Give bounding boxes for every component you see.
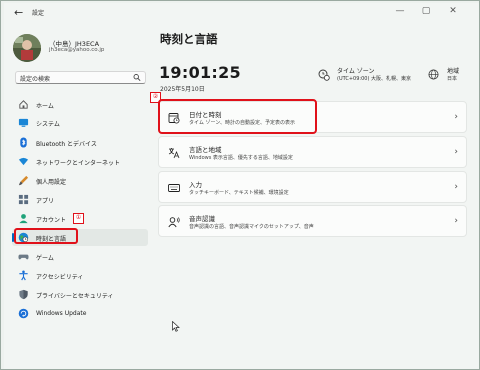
title-bar: ← 設定 — ▢ ✕ — [4, 3, 479, 23]
sidebar-item-bluetooth[interactable]: Bluetooth とデバイス — [12, 134, 148, 151]
page-title: 時刻と言語 — [160, 32, 218, 46]
speech-icon — [168, 217, 180, 228]
sidebar-item-label: ネットワークとインターネット — [36, 160, 121, 167]
window-title: 設定 — [32, 10, 45, 17]
step-badge-1: ① — [73, 213, 84, 224]
home-icon — [19, 100, 28, 109]
sidebar-item-label: システム — [36, 121, 60, 128]
account-icon — [19, 214, 28, 224]
screen-frame: ← 設定 — ▢ ✕ （中島）JH3ECA jh3eca@yahoo.co.jp… — [0, 0, 480, 370]
gamepad-icon — [18, 254, 29, 260]
sidebar-item-privacy[interactable]: プライバシーとセキュリティ — [12, 286, 148, 303]
minimize-button[interactable]: — — [392, 6, 408, 16]
mouse-cursor-icon — [172, 321, 180, 332]
search-placeholder: 設定の検索 — [20, 76, 51, 83]
sidebar-item-label: アカウント — [36, 217, 67, 224]
chevron-right-icon: › — [454, 182, 458, 192]
card-subtitle: タッチキーボード、テキスト候補、環境設定 — [189, 190, 289, 196]
card-title: 入力 — [189, 181, 202, 189]
sidebar-item-label: 個人用設定 — [36, 179, 67, 186]
card-title: 音声認識 — [189, 215, 215, 223]
update-icon — [18, 308, 29, 319]
brush-icon — [18, 175, 29, 186]
chevron-right-icon: › — [454, 216, 458, 226]
network-icon — [18, 157, 29, 166]
card-subtitle: Windows 表示言語、優先する言語、地域設定 — [189, 155, 293, 161]
card-subtitle: 音声認識の言語、音声認識マイクのセットアップ、音声 — [189, 224, 314, 230]
highlight-box-date-time — [158, 99, 317, 134]
back-button[interactable]: ← — [14, 6, 23, 19]
card-language-region[interactable]: 言語と地域 Windows 表示言語、優先する言語、地域設定 › — [158, 136, 467, 168]
region-title: 地域 — [447, 68, 460, 75]
sidebar-item-home[interactable]: ホーム — [12, 96, 148, 113]
sidebar-item-label: Windows Update — [36, 310, 87, 317]
sidebar-item-apps[interactable]: アプリ — [12, 191, 148, 208]
sidebar-item-label: アクセシビリティ — [36, 274, 84, 281]
settings-window: ← 設定 — ▢ ✕ （中島）JH3ECA jh3eca@yahoo.co.jp… — [4, 3, 479, 369]
sidebar-item-label: プライバシーとセキュリティ — [36, 293, 114, 300]
current-time: 19:01:25 — [159, 63, 241, 82]
chevron-right-icon: › — [454, 112, 458, 122]
card-speech[interactable]: 音声認識 音声認識の言語、音声認識マイクのセットアップ、音声 › — [158, 205, 467, 237]
language-icon — [168, 148, 180, 159]
avatar[interactable] — [13, 34, 41, 62]
sidebar-item-personalization[interactable]: 個人用設定 — [12, 172, 148, 189]
sidebar-item-system[interactable]: システム — [12, 114, 148, 131]
profile-email: jh3eca@yahoo.co.jp — [49, 47, 105, 53]
apps-icon — [18, 194, 29, 205]
keyboard-icon — [168, 184, 180, 192]
sidebar-item-accessibility[interactable]: アクセシビリティ — [12, 267, 148, 284]
sidebar-item-label: ゲーム — [36, 255, 54, 262]
card-title: 言語と地域 — [189, 146, 222, 154]
region-globe-icon — [428, 69, 439, 80]
region-value: 日本 — [447, 76, 458, 82]
sidebar-item-gaming[interactable]: ゲーム — [12, 248, 148, 265]
shield-icon — [19, 289, 28, 300]
sidebar-item-label: Bluetooth とデバイス — [36, 141, 97, 148]
bluetooth-icon — [20, 137, 27, 148]
system-icon — [18, 118, 29, 127]
avatar-photo — [13, 34, 41, 62]
search-icon — [133, 74, 141, 81]
maximize-button[interactable]: ▢ — [418, 6, 434, 16]
timezone-value: (UTC+09:00) 大阪、札幌、東京 — [337, 76, 412, 82]
current-date: 2025年5月10日 — [160, 86, 205, 93]
sidebar-item-label: ホーム — [36, 103, 54, 110]
timezone-title: タイム ゾーン — [337, 68, 375, 75]
card-typing[interactable]: 入力 タッチキーボード、テキスト候補、環境設定 › — [158, 171, 467, 203]
highlight-box-sidebar — [14, 228, 78, 244]
chevron-right-icon: › — [454, 147, 458, 157]
sidebar-item-network[interactable]: ネットワークとインターネット — [12, 153, 148, 170]
accessibility-icon — [19, 270, 28, 281]
sidebar-item-windows-update[interactable]: Windows Update — [12, 305, 148, 322]
close-button[interactable]: ✕ — [445, 6, 461, 16]
timezone-icon — [318, 69, 330, 81]
search-input[interactable]: 設定の検索 — [15, 71, 146, 84]
sidebar-item-label: アプリ — [36, 198, 55, 205]
